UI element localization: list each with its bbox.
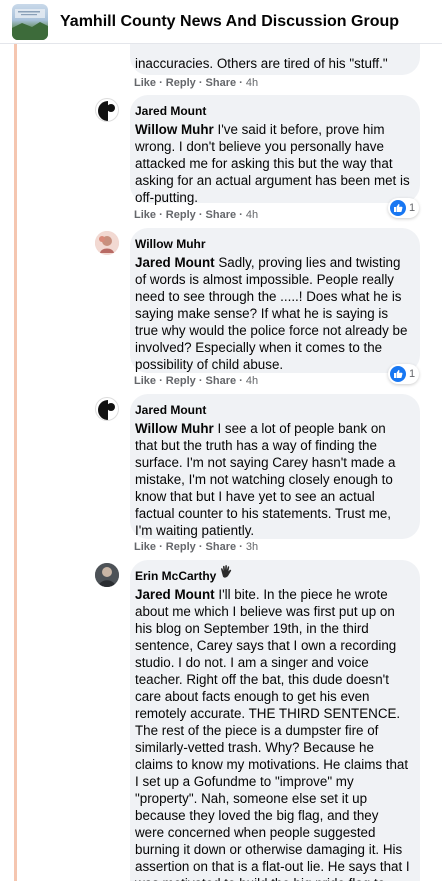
comment-author[interactable]: Erin McCarthy — [135, 569, 216, 583]
comment-text: Jared Mount Sadly, proving lies and twis… — [135, 254, 410, 373]
avatar[interactable] — [95, 98, 119, 122]
share-link[interactable]: Share — [206, 209, 237, 221]
group-avatar[interactable] — [12, 3, 48, 40]
avatar[interactable] — [95, 231, 119, 255]
reaction-count[interactable]: 1 — [388, 364, 420, 384]
like-link[interactable]: Like — [134, 375, 156, 387]
mention-link[interactable]: Willow Muhr — [135, 421, 214, 436]
reaction-number: 1 — [409, 368, 416, 380]
reply-link[interactable]: Reply — [166, 375, 196, 387]
reply-link[interactable]: Reply — [166, 209, 196, 221]
comment-author[interactable]: Jared Mount — [135, 104, 206, 118]
timestamp[interactable]: 4h — [246, 209, 258, 221]
avatar[interactable] — [95, 563, 119, 587]
comment-author[interactable]: Jared Mount — [135, 403, 206, 417]
comment-text: inaccuracies. Others are tired of his "s… — [135, 56, 388, 71]
comment-author[interactable]: Willow Muhr — [135, 237, 206, 251]
timestamp[interactable]: 4h — [246, 375, 258, 387]
comment-actions: Like · Reply · Share · 4h — [134, 375, 259, 387]
reaction-number: 1 — [409, 202, 416, 214]
mention-link[interactable]: Jared Mount — [135, 587, 215, 602]
timestamp[interactable]: 4h — [246, 77, 258, 89]
comment-bubble: Erin McCarthy Jared Mount I'll bite. In … — [130, 560, 420, 881]
thumbs-up-icon — [390, 200, 406, 216]
comment-actions: Like · Reply · Share · 4h — [134, 77, 259, 89]
reply-link[interactable]: Reply — [166, 77, 196, 89]
mention-link[interactable]: Willow Muhr — [135, 122, 214, 137]
reply-link[interactable]: Reply — [166, 541, 196, 553]
comment-text: Willow Muhr I see a lot of people bank o… — [135, 420, 410, 539]
comment-actions: Like · Reply · Share · 3h — [134, 541, 259, 553]
thumbs-up-icon — [390, 366, 406, 382]
reaction-count[interactable]: 1 — [388, 198, 420, 218]
like-link[interactable]: Like — [134, 209, 156, 221]
like-link[interactable]: Like — [134, 541, 156, 553]
comment-bubble: Jared Mount Willow Muhr I've said it bef… — [130, 95, 420, 206]
share-link[interactable]: Share — [206, 77, 237, 89]
comment-bubble: Jared Mount Willow Muhr I see a lot of p… — [130, 394, 420, 539]
comment-text: Willow Muhr I've said it before, prove h… — [135, 121, 410, 206]
share-link[interactable]: Share — [206, 541, 237, 553]
waving-hand-icon — [218, 564, 234, 583]
comment-body: I see a lot of people bank on that but t… — [135, 421, 396, 538]
thread-line — [14, 44, 17, 881]
comment-body: Sadly, proving lies and twisting of word… — [135, 255, 408, 372]
comment-text: Jared Mount I'll bite. In the piece he w… — [135, 586, 410, 881]
like-link[interactable]: Like — [134, 77, 156, 89]
mention-link[interactable]: Jared Mount — [135, 255, 215, 270]
timestamp[interactable]: 3h — [246, 541, 258, 553]
comment-bubble: inaccuracies. Others are tired of his "s… — [130, 40, 420, 75]
group-title[interactable]: Yamhill County News And Discussion Group — [60, 13, 399, 31]
comment-body: I'll bite. In the piece he wrote about m… — [135, 587, 410, 881]
comment-actions: Like · Reply · Share · 4h — [134, 209, 259, 221]
avatar[interactable] — [95, 397, 119, 421]
share-link[interactable]: Share — [206, 375, 237, 387]
comment-bubble: Willow Muhr Jared Mount Sadly, proving l… — [130, 228, 420, 373]
group-header: Yamhill County News And Discussion Group — [0, 0, 442, 44]
